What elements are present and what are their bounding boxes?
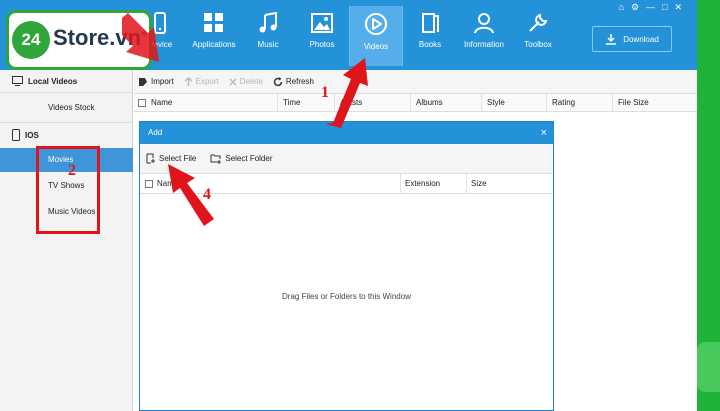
annotation-arrows — [122, 13, 368, 226]
arrow-to-videos — [325, 58, 368, 128]
app-window: Device Applications Music Photos Videos … — [0, 0, 697, 411]
background-green-edge — [697, 0, 720, 411]
arrow-to-select-file — [168, 164, 214, 226]
arrow-to-import — [122, 13, 159, 62]
